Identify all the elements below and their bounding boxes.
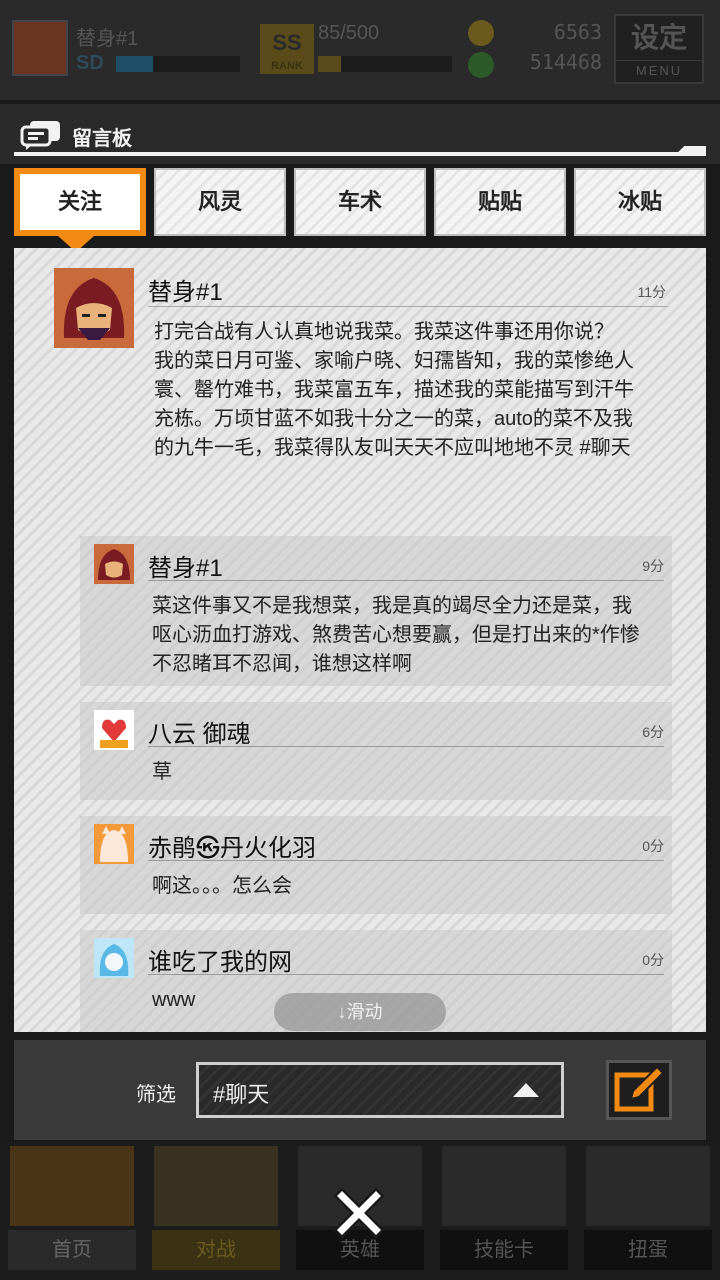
post-body: 打完合战有人认真地说我菜。我菜这件事还用你说？ 我的菜日月可鉴、家喻户晓、妇孺皆… (154, 321, 634, 459)
filter-label: 筛选 (136, 1084, 176, 1106)
level-progress-bar (116, 56, 240, 72)
main-post: 替身#1 11分 打完合战有人认真地说我菜。我菜这件事还用你说？ 我的菜日月可鉴… (14, 248, 706, 520)
reply-body: 啊这。。。怎么会 (152, 875, 292, 897)
filter-select[interactable]: #聊天 (196, 1062, 564, 1118)
tab-tietie[interactable]: 贴贴 (434, 168, 566, 236)
caret-up-icon (513, 1083, 539, 1097)
filter-value: #聊天 (213, 1082, 270, 1107)
nav-home[interactable]: 首页 (0, 1142, 144, 1280)
reply-author: 八云 御魂 (148, 721, 251, 748)
avatar[interactable] (54, 268, 134, 348)
avatar[interactable] (94, 544, 134, 584)
reply-time: 9分 (642, 558, 664, 574)
reply-divider (148, 860, 664, 861)
reply-time: 0分 (642, 838, 664, 854)
nav-label: 首页 (8, 1230, 136, 1270)
header-divider (14, 146, 706, 156)
reply-time: 6分 (642, 724, 664, 740)
gem-icon (468, 52, 494, 78)
avatar[interactable] (94, 938, 134, 978)
card-icon (442, 1146, 566, 1226)
nav-label: 扭蛋 (584, 1230, 712, 1270)
reply-body: 草 (152, 761, 172, 783)
post-author: 替身#1 (148, 279, 223, 306)
menu-title: 设定 (630, 22, 687, 53)
rank-badge: SS RANK (260, 24, 314, 74)
reply-time: 0分 (642, 952, 664, 968)
gold-coin-icon (468, 20, 494, 46)
reply-author: 赤鹃㉿丹火化羽 (148, 835, 316, 862)
post-time: 11分 (637, 284, 666, 300)
back-arrow-icon (10, 1146, 134, 1226)
reply-body: 菜这件事又不是我想菜，我是真的竭尽全力还是菜，我呕心沥血打游戏、煞费苦心想要赢，… (152, 595, 640, 675)
filter-bar: 筛选 #聊天 (14, 1040, 706, 1140)
nav-skill-cards[interactable]: 技能卡 (432, 1142, 576, 1280)
reply-item: 替身#1 9分 菜这件事又不是我想菜，我是真的竭尽全力还是菜，我呕心沥血打游戏、… (80, 536, 672, 686)
reply-author: 替身#1 (148, 555, 223, 582)
gem-count: 514468 (529, 50, 602, 74)
tab-bingtie[interactable]: 冰贴 (574, 168, 706, 236)
board-header: 留言板 (0, 104, 720, 164)
nav-gacha[interactable]: 扭蛋 (576, 1142, 720, 1280)
top-hud: 替身#1 SD SS RANK 85/500 6563 514468 设定 MEN… (0, 0, 720, 100)
avatar[interactable] (94, 710, 134, 750)
nav-label: 对战 (152, 1230, 280, 1270)
compose-button[interactable] (606, 1060, 672, 1120)
scroll-hint: ↓滑动 (274, 993, 446, 1031)
reply-divider (148, 580, 664, 581)
gold-count: 6563 (553, 20, 602, 44)
reply-item: 赤鹃㉿丹火化羽 0分 啊这。。。怎么会 (80, 816, 672, 914)
gamepad-icon (154, 1146, 278, 1226)
board-title: 留言板 (72, 128, 132, 150)
close-icon[interactable] (334, 1188, 384, 1238)
exp-counter: 85/500 (318, 22, 380, 44)
avatar[interactable] (94, 824, 134, 864)
tab-cheshu[interactable]: 车术 (294, 168, 426, 236)
reply-item: 八云 御魂 6分 草 (80, 702, 672, 800)
exp-progress-bar (318, 56, 452, 72)
tab-follow[interactable]: 关注 (14, 168, 146, 236)
message-feed[interactable]: 替身#1 11分 打完合战有人认真地说我菜。我菜这件事还用你说？ 我的菜日月可鉴… (14, 248, 706, 1032)
gacha-icon (586, 1146, 710, 1226)
edit-icon (614, 1065, 665, 1112)
post-divider (148, 306, 668, 307)
tab-fengling[interactable]: 风灵 (154, 168, 286, 236)
reply-author: 谁吃了我的网 (148, 949, 292, 976)
channel-tabs: 关注 风灵 车术 贴贴 冰贴 (14, 168, 706, 236)
nav-battle[interactable]: 对战 (144, 1142, 288, 1280)
reply-divider (148, 974, 664, 975)
player-avatar[interactable] (12, 20, 68, 76)
menu-button[interactable]: 设定 MENU (614, 14, 704, 84)
chat-bubble-icon (20, 121, 60, 150)
menu-label: MENU (616, 60, 702, 81)
player-level: SD (76, 52, 104, 74)
reply-divider (148, 746, 664, 747)
nav-label: 技能卡 (440, 1230, 568, 1270)
player-name: 替身#1 (76, 28, 139, 50)
